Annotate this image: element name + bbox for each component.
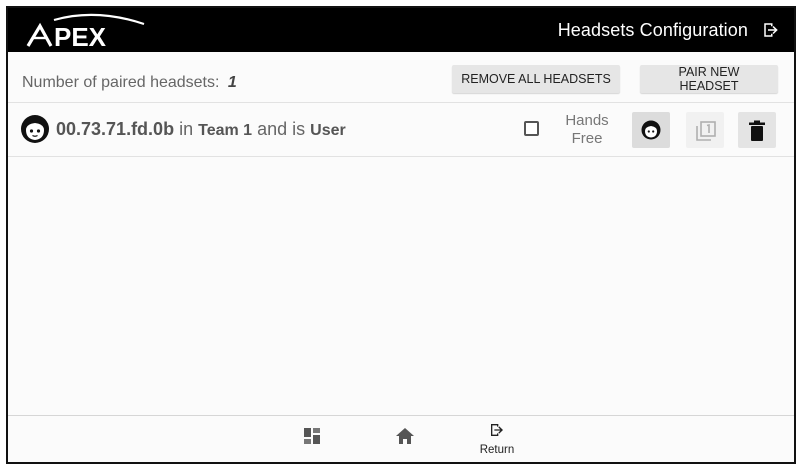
headset-and-text: and is [257,119,306,139]
paired-count-text: Number of paired headsets: 1 [22,74,237,92]
divider [8,102,794,103]
home-icon[interactable] [396,428,414,444]
svg-text:PEX: PEX [54,22,107,50]
user-face-icon [641,120,661,140]
app-frame: PEX Headsets Configuration Number of pai… [6,6,796,464]
return-label: Return [479,444,515,456]
page-title: Headsets Configuration [557,20,748,40]
return-button[interactable]: Return [474,422,520,456]
headset-role: User [310,122,346,139]
pair-new-headset-button[interactable]: PAIR NEW HEADSET [640,65,778,93]
user-face-icon [21,115,49,143]
set-role-button[interactable] [632,112,670,148]
headset-description: 00.73.71.fd.0b in Team 1 and is User [56,119,346,140]
paired-count-label: Number of paired headsets: [22,74,220,91]
headset-in-text: in [179,119,194,139]
hands-free-checkbox[interactable] [524,121,539,136]
paired-count-value: 1 [227,74,237,91]
headset-team: Team 1 [198,122,253,139]
top-bar: PEX Headsets Configuration [8,8,794,52]
headset-id: 00.73.71.fd.0b [56,119,175,139]
hands-free-label-line1: Hands [565,112,609,129]
hands-free-label-line2: Free [571,130,603,147]
exit-icon[interactable] [762,21,780,39]
filter-1-icon [696,121,716,141]
bottom-nav: Return [8,415,794,462]
exit-icon [491,424,503,436]
divider [8,156,794,157]
delete-headset-button[interactable] [738,112,776,148]
apex-logo: PEX [26,13,145,50]
assign-slot-button[interactable] [686,112,724,148]
hands-free-label: Hands Free [556,112,618,148]
remove-all-headsets-button[interactable]: REMOVE ALL HEADSETS [452,65,620,93]
headset-row: 00.73.71.fd.0b in Team 1 and is User Han… [8,104,794,156]
summary-row: Number of paired headsets: 1 REMOVE ALL … [8,60,794,102]
trash-icon [749,120,765,141]
dashboard-icon[interactable] [304,428,320,444]
